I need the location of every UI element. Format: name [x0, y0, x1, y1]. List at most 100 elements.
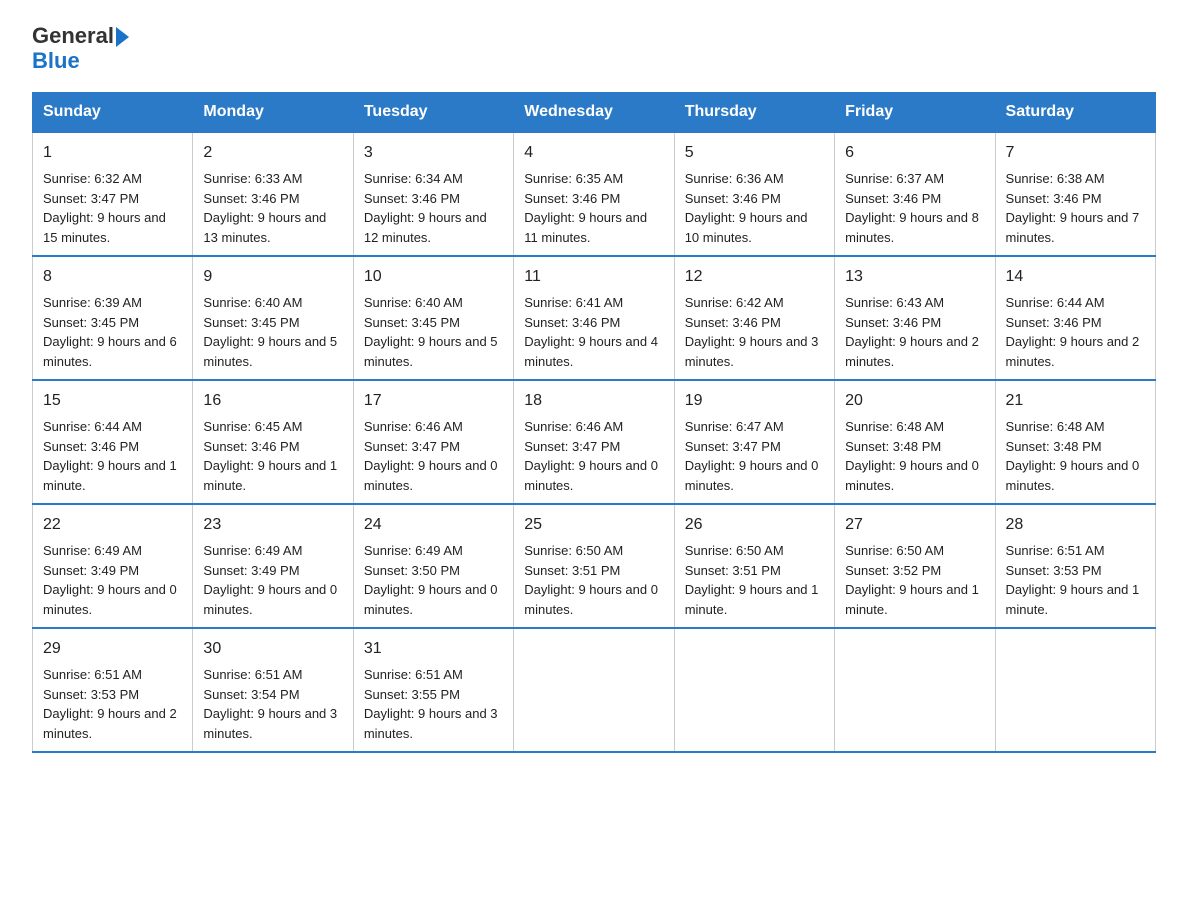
sunset: Sunset: 3:47 PM	[364, 439, 460, 454]
sunset: Sunset: 3:53 PM	[1006, 563, 1102, 578]
daylight: Daylight: 9 hours and 0 minutes.	[524, 582, 658, 617]
sunset: Sunset: 3:46 PM	[1006, 315, 1102, 330]
calendar-day-cell: 8Sunrise: 6:39 AMSunset: 3:45 PMDaylight…	[33, 256, 193, 380]
daylight: Daylight: 9 hours and 1 minute.	[1006, 582, 1140, 617]
sunrise: Sunrise: 6:40 AM	[364, 295, 463, 310]
calendar-day-cell: 25Sunrise: 6:50 AMSunset: 3:51 PMDayligh…	[514, 504, 674, 628]
sunset: Sunset: 3:53 PM	[43, 687, 139, 702]
daylight: Daylight: 9 hours and 0 minutes.	[43, 582, 177, 617]
calendar-day-cell: 13Sunrise: 6:43 AMSunset: 3:46 PMDayligh…	[835, 256, 995, 380]
daylight: Daylight: 9 hours and 1 minute.	[685, 582, 819, 617]
calendar-day-cell: 26 Sunrise: 6:50 AM Sunset: 3:51 PM Dayligh…	[674, 504, 834, 628]
daylight: Daylight: 9 hours and 5 minutes.	[364, 334, 498, 369]
calendar-header-cell: Thursday	[674, 93, 834, 133]
daylight: Daylight: 9 hours and 8 minutes.	[845, 210, 979, 245]
day-number: 15	[43, 389, 182, 413]
daylight: Daylight: 9 hours and 1 minute.	[845, 582, 979, 617]
sunset: Sunset: 3:50 PM	[364, 563, 460, 578]
day-number: 5	[685, 141, 824, 165]
daylight: Daylight: 9 hours and 3 minutes.	[203, 706, 337, 741]
calendar-day-cell: 19Sunrise: 6:47 AMSunset: 3:47 PMDayligh…	[674, 380, 834, 504]
calendar-header-cell: Sunday	[33, 93, 193, 133]
calendar-day-cell: 10Sunrise: 6:40 AMSunset: 3:45 PMDayligh…	[353, 256, 513, 380]
daylight: Daylight: 9 hours and 10 minutes.	[685, 210, 808, 245]
sunset: Sunset: 3:46 PM	[845, 191, 941, 206]
sunset: Sunset: 3:49 PM	[203, 563, 299, 578]
sunrise: Sunrise: 6:44 AM	[43, 419, 142, 434]
day-number: 22	[43, 513, 182, 537]
sunset: Sunset: 3:52 PM	[845, 563, 941, 578]
calendar-day-cell: 1Sunrise: 6:32 AMSunset: 3:47 PMDaylight…	[33, 132, 193, 256]
daylight: Daylight: 9 hours and 2 minutes.	[43, 706, 177, 741]
calendar-day-cell: 18 Sunrise: 6:46 AM Sunset: 3:47 PM Dayligh…	[514, 380, 674, 504]
calendar-day-cell: 28 Sunrise: 6:51 AM Sunset: 3:53 PM Dayligh…	[995, 504, 1155, 628]
daylight: Daylight: 9 hours and 5 minutes.	[203, 334, 337, 369]
daylight: Daylight: 9 hours and 0 minutes.	[1006, 458, 1140, 493]
day-number: 20	[845, 389, 984, 413]
calendar-body: 1Sunrise: 6:32 AMSunset: 3:47 PMDaylight…	[33, 132, 1156, 752]
daylight: Daylight: 9 hours and 3 minutes.	[364, 706, 498, 741]
sunrise: Sunrise: 6:38 AM	[1006, 171, 1105, 186]
day-number: 21	[1006, 389, 1145, 413]
sunrise: Sunrise: 6:46 AM	[524, 419, 623, 434]
sunrise: Sunrise: 6:47 AM	[685, 419, 784, 434]
sunrise: Sunrise: 6:35 AM	[524, 171, 623, 186]
calendar-header-cell: Friday	[835, 93, 995, 133]
sunrise: Sunrise: 6:46 AM	[364, 419, 463, 434]
calendar-day-cell: 20Sunrise: 6:48 AMSunset: 3:48 PMDayligh…	[835, 380, 995, 504]
day-number: 3	[364, 141, 503, 165]
calendar-day-cell: 11Sunrise: 6:41 AMSunset: 3:46 PMDayligh…	[514, 256, 674, 380]
daylight: Daylight: 9 hours and 6 minutes.	[43, 334, 177, 369]
sunset: Sunset: 3:46 PM	[845, 315, 941, 330]
sunrise: Sunrise: 6:51 AM	[203, 667, 302, 682]
daylight: Daylight: 9 hours and 0 minutes.	[203, 582, 337, 617]
sunrise: Sunrise: 6:51 AM	[1006, 543, 1105, 558]
day-number: 31	[364, 637, 503, 661]
daylight: Daylight: 9 hours and 0 minutes.	[364, 582, 498, 617]
sunset: Sunset: 3:47 PM	[524, 439, 620, 454]
calendar-day-cell: 16Sunrise: 6:45 AMSunset: 3:46 PMDayligh…	[193, 380, 353, 504]
sunset: Sunset: 3:51 PM	[685, 563, 781, 578]
calendar-day-cell: 9Sunrise: 6:40 AMSunset: 3:45 PMDaylight…	[193, 256, 353, 380]
sunrise: Sunrise: 6:48 AM	[845, 419, 944, 434]
day-number: 26	[685, 513, 824, 537]
sunset: Sunset: 3:51 PM	[524, 563, 620, 578]
calendar-day-cell: 12Sunrise: 6:42 AMSunset: 3:46 PMDayligh…	[674, 256, 834, 380]
logo-blue-text: Blue	[32, 48, 129, 74]
sunset: Sunset: 3:46 PM	[1006, 191, 1102, 206]
sunset: Sunset: 3:47 PM	[685, 439, 781, 454]
calendar-day-cell: 2Sunrise: 6:33 AMSunset: 3:46 PMDaylight…	[193, 132, 353, 256]
day-number: 25	[524, 513, 663, 537]
sunset: Sunset: 3:45 PM	[364, 315, 460, 330]
day-number: 4	[524, 141, 663, 165]
day-number: 2	[203, 141, 342, 165]
calendar-day-cell: 15Sunrise: 6:44 AMSunset: 3:46 PMDayligh…	[33, 380, 193, 504]
daylight: Daylight: 9 hours and 0 minutes.	[524, 458, 658, 493]
day-number: 28	[1006, 513, 1145, 537]
sunrise: Sunrise: 6:49 AM	[43, 543, 142, 558]
daylight: Daylight: 9 hours and 7 minutes.	[1006, 210, 1140, 245]
sunrise: Sunrise: 6:41 AM	[524, 295, 623, 310]
sunrise: Sunrise: 6:43 AM	[845, 295, 944, 310]
calendar-week-row: 15 Sunrise: 6:44 AM Sunset: 3:46 PM Dayligh…	[33, 380, 1156, 504]
calendar-day-cell: 5Sunrise: 6:36 AMSunset: 3:46 PMDaylight…	[674, 132, 834, 256]
calendar-table: SundayMondayTuesdayWednesdayThursdayFrid…	[32, 92, 1156, 753]
logo-general-text: General	[32, 24, 114, 48]
daylight: Daylight: 9 hours and 15 minutes.	[43, 210, 166, 245]
calendar-day-cell: 29Sunrise: 6:51 AMSunset: 3:53 PMDayligh…	[33, 628, 193, 752]
sunrise: Sunrise: 6:51 AM	[43, 667, 142, 682]
calendar-day-cell	[514, 628, 674, 752]
day-number: 24	[364, 513, 503, 537]
sunset: Sunset: 3:48 PM	[1006, 439, 1102, 454]
day-number: 6	[845, 141, 984, 165]
calendar-week-row: 22 Sunrise: 6:49 AM Sunset: 3:49 PM Dayligh…	[33, 504, 1156, 628]
sunrise: Sunrise: 6:50 AM	[685, 543, 784, 558]
calendar-day-cell: 30Sunrise: 6:51 AMSunset: 3:54 PMDayligh…	[193, 628, 353, 752]
calendar-day-cell	[674, 628, 834, 752]
calendar-day-cell: 31Sunrise: 6:51 AMSunset: 3:55 PMDayligh…	[353, 628, 513, 752]
calendar-header-cell: Monday	[193, 93, 353, 133]
day-number: 18	[524, 389, 663, 413]
sunrise: Sunrise: 6:50 AM	[845, 543, 944, 558]
sunset: Sunset: 3:48 PM	[845, 439, 941, 454]
sunset: Sunset: 3:46 PM	[43, 439, 139, 454]
